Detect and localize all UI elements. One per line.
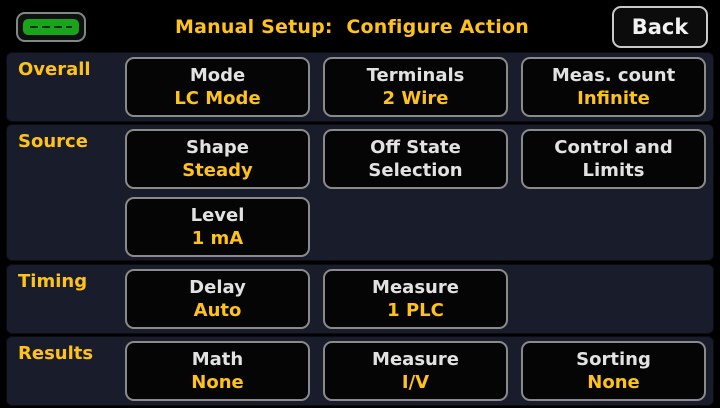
button-value: 2 Wire — [382, 88, 449, 109]
button-title: Math — [191, 349, 244, 370]
results-measure-button[interactable]: Measure I/V — [323, 341, 508, 401]
button-title: Terminals — [366, 65, 465, 86]
button-title-line1: Off State — [370, 137, 461, 158]
section-label-timing: Timing — [18, 271, 88, 292]
button-title: Measure — [372, 277, 459, 298]
button-value: I/V — [401, 372, 430, 393]
button-title-line2: Limits — [582, 160, 645, 181]
section-results: Results Math None Measure I/V Sorting No… — [6, 336, 714, 406]
button-title: Sorting — [576, 349, 651, 370]
battery-icon — [16, 12, 86, 42]
button-value: LC Mode — [174, 88, 261, 109]
button-value: Auto — [193, 300, 242, 321]
sorting-button[interactable]: Sorting None — [521, 341, 706, 401]
level-button[interactable]: Level 1 mA — [125, 197, 310, 257]
button-value: Steady — [182, 160, 253, 181]
section-source: Source Shape Steady Off State Selection … — [6, 124, 714, 261]
button-title: Delay — [189, 277, 246, 298]
terminals-button[interactable]: Terminals 2 Wire — [323, 57, 508, 117]
section-timing: Timing Delay Auto Measure 1 PLC — [6, 264, 714, 334]
page-title: Manual Setup: Configure Action — [175, 16, 529, 38]
math-button[interactable]: Math None — [125, 341, 310, 401]
section-label-overall: Overall — [18, 59, 91, 80]
meas-count-button[interactable]: Meas. count Infinite — [521, 57, 706, 117]
button-title: Measure — [372, 349, 459, 370]
off-state-selection-button[interactable]: Off State Selection — [323, 129, 508, 189]
button-title: Meas. count — [551, 65, 676, 86]
button-title: Level — [190, 205, 245, 226]
header-bar: Manual Setup: Configure Action Back — [0, 0, 720, 52]
section-overall: Overall Mode LC Mode Terminals 2 Wire Me… — [6, 52, 714, 122]
button-value: 1 mA — [191, 228, 244, 249]
section-label-results: Results — [18, 343, 94, 364]
button-title: Shape — [185, 137, 250, 158]
button-value: 1 PLC — [387, 300, 444, 321]
control-and-limits-button[interactable]: Control and Limits — [521, 129, 706, 189]
button-value: None — [191, 372, 244, 393]
button-title-line2: Selection — [368, 160, 463, 181]
button-value: Infinite — [577, 88, 650, 109]
button-title-line1: Control and — [554, 137, 673, 158]
section-label-source: Source — [18, 131, 88, 152]
mode-button[interactable]: Mode LC Mode — [125, 57, 310, 117]
shape-button[interactable]: Shape Steady — [125, 129, 310, 189]
timing-measure-button[interactable]: Measure 1 PLC — [323, 269, 508, 329]
back-button[interactable]: Back — [612, 6, 708, 48]
button-value: None — [587, 372, 640, 393]
button-title: Mode — [189, 65, 246, 86]
battery-level-marks — [30, 26, 72, 28]
delay-button[interactable]: Delay Auto — [125, 269, 310, 329]
